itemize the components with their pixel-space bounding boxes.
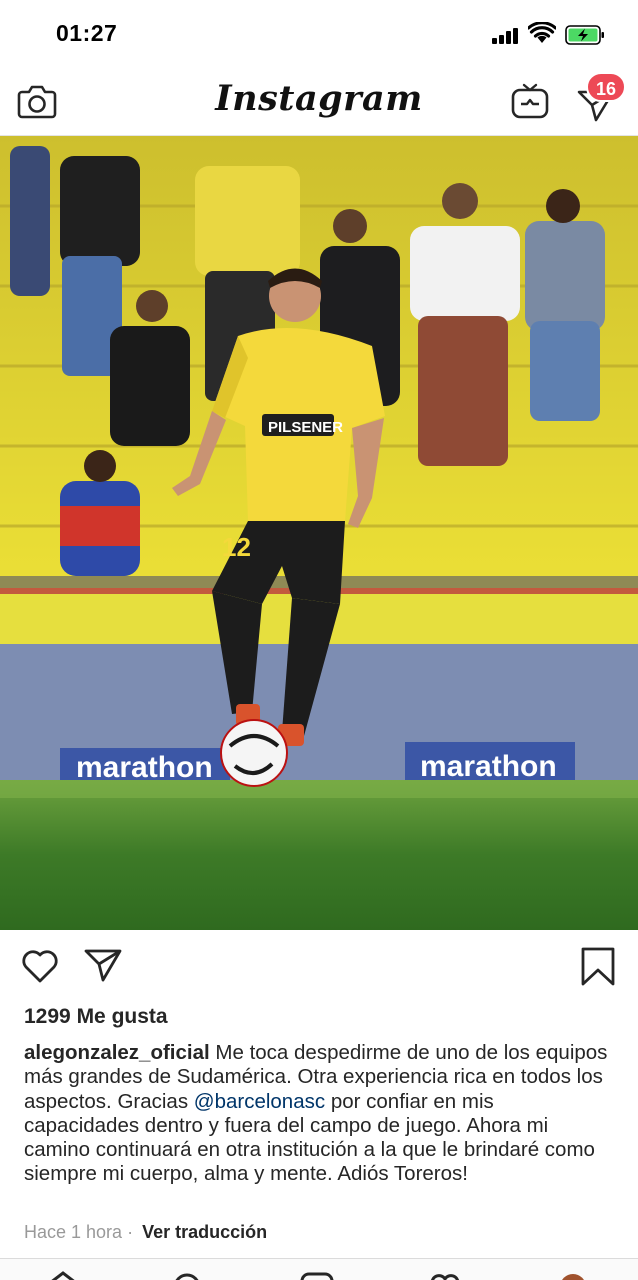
home-icon[interactable] [46, 1271, 80, 1280]
profile-avatar-icon[interactable] [556, 1271, 590, 1280]
heart-icon[interactable] [20, 947, 60, 985]
post-photo[interactable]: marathon marathon PILSENER 12 [0, 136, 638, 930]
battery-charging-icon [565, 25, 604, 45]
top-navigation-bar: Instagram 16 [0, 68, 638, 136]
status-time: 01:27 [56, 20, 118, 46]
igtv-icon[interactable] [511, 82, 549, 120]
stadium-photo: marathon marathon PILSENER 12 [0, 136, 638, 930]
bookmark-icon[interactable] [580, 947, 616, 987]
new-post-icon[interactable] [300, 1271, 334, 1280]
wifi-icon [528, 22, 556, 43]
board-sign-left: marathon [76, 751, 213, 784]
caption-username[interactable]: alegonzalez_oficial [24, 1041, 210, 1064]
see-translation-link[interactable]: Ver traducción [142, 1222, 267, 1242]
meta-separator: · [127, 1222, 134, 1242]
search-icon[interactable] [170, 1271, 204, 1280]
shirt-number: 12 [222, 532, 251, 562]
activity-heart-icon[interactable] [428, 1271, 462, 1280]
post-action-bar [0, 930, 638, 1006]
caption-mention[interactable]: @barcelonasc [194, 1090, 325, 1113]
post-caption: alegonzalez_oficial Me toca despedirme d… [24, 1041, 614, 1187]
likes-count[interactable]: 1299 Me gusta [24, 1005, 168, 1029]
paper-plane-icon[interactable] [83, 947, 123, 983]
cellular-signal-icon [492, 28, 522, 44]
shirt-sponsor: PILSENER [268, 419, 343, 436]
notification-badge[interactable]: 16 [586, 72, 627, 102]
status-bar: 01:27 [0, 0, 638, 68]
post-timestamp: Hace 1 hora [24, 1222, 123, 1242]
likes-number: 1299 [24, 1005, 71, 1028]
board-sign-right: marathon [420, 750, 557, 783]
bottom-tab-bar [0, 1258, 638, 1280]
likes-label: Me gusta [76, 1005, 168, 1028]
post-meta: Hace 1 hora · Ver traducción [24, 1222, 267, 1243]
